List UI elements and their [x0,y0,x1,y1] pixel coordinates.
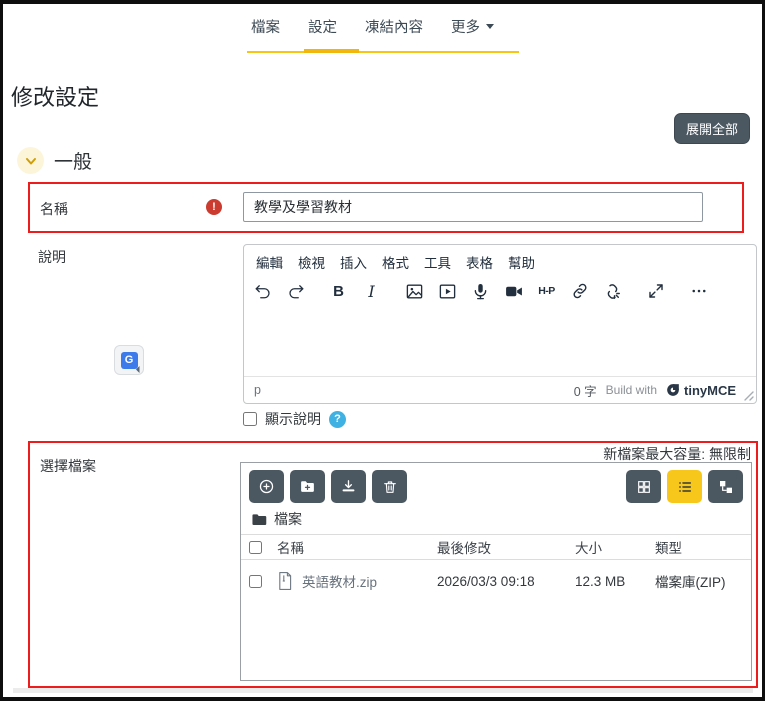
menu-format[interactable]: 格式 [382,252,409,272]
editor-content-area[interactable] [244,307,756,376]
download-all-button[interactable] [331,470,366,503]
file-manager-breadcrumb: 檔案 [241,508,751,534]
course-settings-page: 檔案 設定 凍結內容 更多 修改設定 展開全部 一般 名稱 ! 說明 G 編輯 … [0,0,765,701]
expand-all-button[interactable]: 展開全部 [673,113,750,144]
name-field-label: 名稱 [40,201,68,217]
max-file-size-text: 新檔案最大容量: 無限制 [603,446,751,462]
record-audio-icon[interactable] [470,279,491,303]
tab-freeze-content[interactable]: 凍結內容 [365,16,423,37]
folder-icon [252,513,267,525]
google-translate-icon: G [120,351,138,369]
file-manager-toolbar [241,463,751,508]
more-options-icon[interactable] [688,279,709,303]
tab-settings[interactable]: 設定 [308,16,337,37]
menu-insert[interactable]: 插入 [340,252,367,272]
header-name[interactable]: 名稱 [277,537,437,557]
section-general-title: 一般 [54,152,93,173]
menu-edit[interactable]: 編輯 [256,252,283,272]
delete-button[interactable] [372,470,407,503]
list-view-button[interactable] [667,470,702,503]
help-icon[interactable]: ? [329,410,346,428]
resize-handle[interactable] [743,390,754,401]
redo-icon[interactable] [285,279,306,303]
unlink-icon[interactable] [602,279,623,303]
highlight-box-name-field: 名稱 ! [28,182,744,233]
show-description-row: 顯示說明 ? [243,409,346,429]
menu-tools[interactable]: 工具 [424,252,451,272]
word-count[interactable]: 0 字 [574,381,597,400]
chevron-down-icon [486,24,494,29]
editor-menubar: 編輯 檢視 插入 格式 工具 表格 幫助 [244,245,756,274]
footer-divider [13,688,753,693]
section-general-header[interactable]: 一般 [17,147,92,174]
create-folder-button[interactable] [290,470,325,503]
highlight-box-file-picker: 選擇檔案 新檔案最大容量: 無限制 檔案 名稱 最後修改 大小 類型 英語教材.… [28,441,758,688]
insert-image-icon[interactable] [404,279,425,303]
top-tab-bar: 檔案 設定 凍結內容 更多 [251,16,494,37]
italic-icon[interactable]: I [361,279,382,303]
tab-underline [247,51,519,53]
show-description-checkbox[interactable] [243,412,257,426]
file-size: 12.3 MB [575,573,626,589]
tab-more-label: 更多 [451,20,480,36]
build-with-label: Build with [605,383,657,397]
file-row-checkbox[interactable] [249,574,262,588]
header-size[interactable]: 大小 [575,537,655,557]
show-description-label: 顯示說明 [265,411,321,427]
page-title: 修改設定 [11,85,100,110]
description-field-label: 說明 [38,249,66,265]
tab-files[interactable]: 檔案 [251,16,280,37]
collapse-chevron-icon[interactable] [17,147,44,174]
editor-statusbar: p 0 字 Build with tinyMCE [244,376,756,403]
tree-view-button[interactable] [708,470,743,503]
insert-media-icon[interactable] [437,279,458,303]
tab-more[interactable]: 更多 [451,16,494,37]
link-icon[interactable] [569,279,590,303]
menu-view[interactable]: 檢視 [298,252,325,272]
tinymce-brand-label[interactable]: tinyMCE [684,383,736,398]
tinymce-editor: 編輯 檢視 插入 格式 工具 表格 幫助 B I H-P p 0 字 Build… [243,244,757,404]
bold-icon[interactable]: B [328,279,349,303]
icon-view-button[interactable] [626,470,661,503]
file-manager: 檔案 名稱 最後修改 大小 類型 英語教材.zip 2026/03/3 09:1… [240,462,752,681]
required-icon: ! [206,199,222,215]
header-modified[interactable]: 最後修改 [437,537,575,557]
file-table-row[interactable]: 英語教材.zip 2026/03/3 09:18 12.3 MB 檔案庫(ZIP… [241,560,751,602]
h5p-icon[interactable]: H-P [536,279,557,303]
undo-icon[interactable] [252,279,273,303]
menu-help[interactable]: 幫助 [508,252,535,272]
active-tab-underline [304,49,359,53]
header-type[interactable]: 類型 [655,537,751,557]
file-table-header: 名稱 最後修改 大小 類型 [241,534,751,560]
google-translate-button[interactable]: G [114,345,144,375]
editor-toolbar: B I H-P [244,274,756,307]
name-input[interactable] [243,192,703,222]
add-file-button[interactable] [249,470,284,503]
menu-table[interactable]: 表格 [466,252,493,272]
tinymce-logo-icon [667,384,679,396]
element-path[interactable]: p [254,383,261,397]
record-video-icon[interactable] [503,279,524,303]
select-all-checkbox[interactable] [249,540,262,554]
select-files-label: 選擇檔案 [40,458,96,474]
breadcrumb-files[interactable]: 檔案 [274,509,302,529]
file-modified: 2026/03/3 09:18 [437,573,535,589]
file-name-link[interactable]: 英語教材.zip [302,571,377,591]
fullscreen-icon[interactable] [645,279,666,303]
zip-file-icon [279,572,292,590]
file-type: 檔案庫(ZIP) [655,575,726,590]
